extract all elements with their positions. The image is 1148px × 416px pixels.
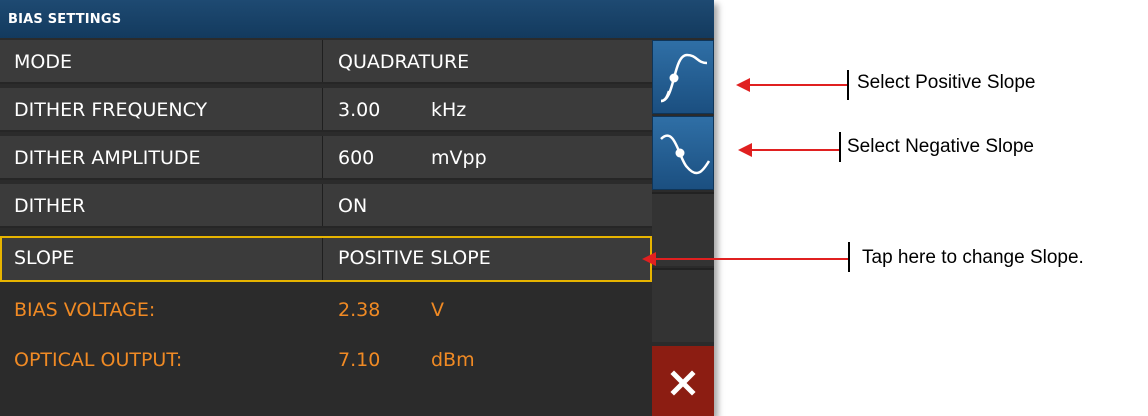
setting-row-dither[interactable]: DITHER ON	[0, 184, 652, 228]
empty-side-button	[652, 268, 714, 342]
row-divider	[322, 40, 323, 82]
bias-settings-panel: BIAS SETTINGS MODE QUADRATURE DITHER FRE…	[0, 0, 714, 416]
callout-line	[750, 149, 840, 151]
setting-value: QUADRATURE	[338, 51, 470, 73]
callout-positive-slope: Select Positive Slope	[857, 72, 1036, 93]
setting-row-mode[interactable]: MODE QUADRATURE	[0, 40, 652, 84]
row-divider	[322, 88, 323, 130]
setting-value: 3.00	[338, 99, 381, 121]
row-divider	[322, 184, 323, 226]
callout-tick	[847, 70, 849, 100]
close-button[interactable]	[652, 346, 714, 416]
setting-label: DITHER AMPLITUDE	[14, 147, 201, 169]
readout-optical-output: OPTICAL OUTPUT: 7.10 dBm	[0, 336, 652, 386]
setting-label: MODE	[14, 51, 72, 73]
close-icon	[670, 370, 696, 396]
setting-label: SLOPE	[14, 247, 75, 269]
callout-line	[654, 258, 849, 260]
negative-slope-button[interactable]	[652, 116, 714, 190]
negative-slope-icon	[660, 134, 711, 175]
positive-slope-icon	[660, 53, 708, 103]
setting-row-dither-amplitude[interactable]: DITHER AMPLITUDE 600 mVpp	[0, 136, 652, 180]
panel-title: BIAS SETTINGS	[8, 12, 122, 27]
setting-unit: kHz	[431, 99, 467, 121]
callout-tick	[848, 242, 850, 272]
positive-slope-button[interactable]	[652, 40, 714, 114]
readout-value: 2.38	[338, 299, 381, 321]
readout-unit: V	[431, 299, 444, 321]
setting-row-slope[interactable]: SLOPE POSITIVE SLOPE	[0, 236, 652, 282]
setting-unit: mVpp	[431, 147, 487, 169]
setting-value: POSITIVE SLOPE	[338, 247, 491, 269]
callout-tap-slope: Tap here to change Slope.	[862, 247, 1084, 268]
setting-value: 600	[338, 147, 375, 169]
setting-value: ON	[338, 195, 368, 217]
setting-row-dither-frequency[interactable]: DITHER FREQUENCY 3.00 kHz	[0, 88, 652, 132]
readout-value: 7.10	[338, 349, 381, 371]
readout-label: BIAS VOLTAGE:	[14, 299, 156, 321]
readout-unit: dBm	[431, 349, 475, 371]
readout-label: OPTICAL OUTPUT:	[14, 349, 183, 371]
row-divider	[322, 238, 323, 280]
callout-tick	[839, 132, 841, 162]
title-bar: BIAS SETTINGS	[0, 0, 714, 38]
setting-label: DITHER	[14, 195, 86, 217]
setting-label: DITHER FREQUENCY	[14, 99, 208, 121]
empty-side-button	[652, 192, 714, 266]
callout-negative-slope: Select Negative Slope	[847, 136, 1034, 157]
readout-bias-voltage: BIAS VOLTAGE: 2.38 V	[0, 286, 652, 336]
callout-line	[748, 84, 848, 86]
row-divider	[322, 136, 323, 178]
